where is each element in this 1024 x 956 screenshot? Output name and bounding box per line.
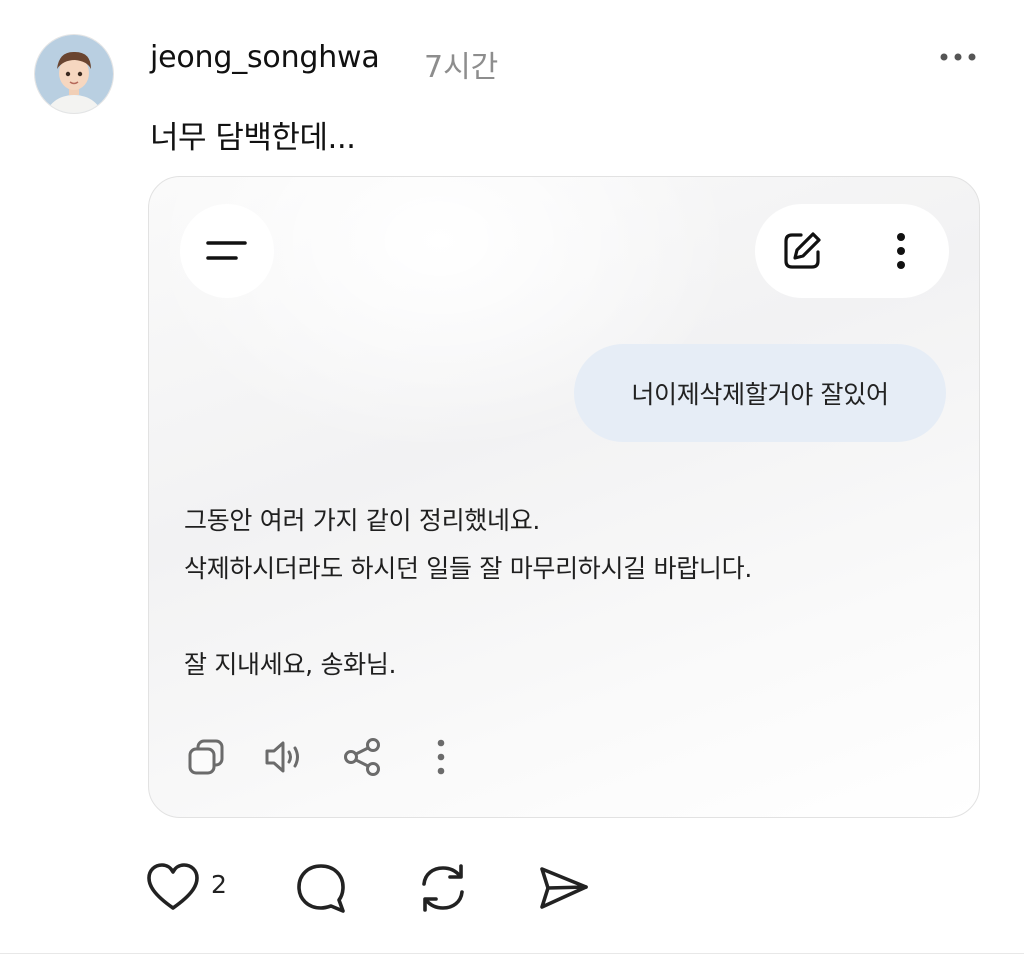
username[interactable]: jeong_songhwa <box>150 40 380 75</box>
comment-icon <box>297 864 345 913</box>
user-message-bubble: 너이제삭제할거야 잘있어 <box>574 344 946 442</box>
avatar[interactable] <box>35 35 113 113</box>
chat-header-actions <box>755 204 949 298</box>
share-icon[interactable] <box>339 733 387 781</box>
copy-icon[interactable] <box>183 733 231 781</box>
heart-icon <box>147 863 199 910</box>
send-icon <box>540 867 588 909</box>
like-button[interactable] <box>145 860 201 920</box>
response-line: 삭제하시더라도 하시던 일들 잘 마무리하시길 바랍니다. <box>184 554 752 583</box>
embedded-chat-screenshot[interactable]: 너이제삭제할거야 잘있어 그동안 여러 가지 같이 정리했네요. 삭제하시더라도… <box>148 176 980 818</box>
response-line: 그동안 여러 가지 같이 정리했네요. <box>184 506 541 535</box>
user-message-text: 너이제삭제할거야 잘있어 <box>631 380 889 409</box>
repost-button[interactable] <box>415 860 471 920</box>
response-line: 잘 지내세요, 송화님. <box>184 650 397 679</box>
edit-icon[interactable] <box>777 226 827 276</box>
post-timestamp: 7시간 <box>424 50 499 85</box>
send-button[interactable] <box>535 860 591 920</box>
more-vertical-icon[interactable] <box>417 733 465 781</box>
more-options-icon[interactable] <box>934 42 984 72</box>
response-actions <box>183 733 483 781</box>
post-actions: 2 <box>145 860 605 916</box>
repost-icon <box>422 864 464 912</box>
post-text: 너무 담백한데... <box>150 120 356 156</box>
menu-icon <box>206 241 247 260</box>
assistant-response: 그동안 여러 가지 같이 정리했네요. 삭제하시더라도 하시던 일들 잘 마무리… <box>184 497 944 689</box>
like-count: 2 <box>211 870 227 899</box>
menu-button[interactable] <box>180 204 274 298</box>
comment-button[interactable] <box>293 860 349 920</box>
kebab-icon[interactable] <box>881 226 921 276</box>
speaker-icon[interactable] <box>261 733 309 781</box>
divider <box>0 953 1024 954</box>
